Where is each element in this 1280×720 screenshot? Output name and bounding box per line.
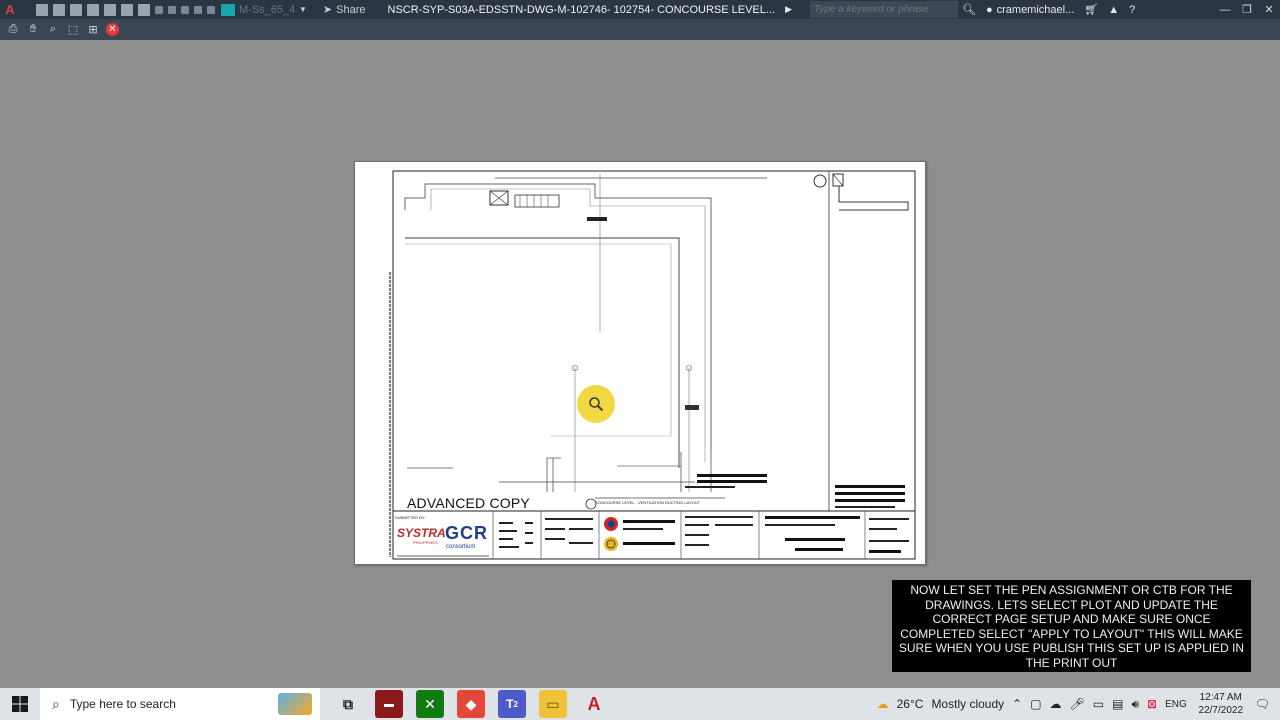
- save-as-icon[interactable]: [87, 3, 99, 16]
- titlebar-right-tools: 🔍︎ ● cramemichael... 🛒︎ ▲ ?: [962, 0, 1135, 19]
- share-icon: ➤: [322, 4, 333, 16]
- open-folder-icon[interactable]: [53, 3, 65, 16]
- notifications-icon[interactable]: 🗨︎: [1255, 697, 1270, 711]
- title-bar: A M-Ss_65_4 ▼ ➤ Share NSCR-SYP-S03A-EDSS…: [0, 0, 1280, 19]
- clock[interactable]: 12:47 AM 22/7/2022: [1195, 691, 1247, 717]
- lock-icon[interactable]: [207, 5, 215, 14]
- weather-temp[interactable]: 26°C: [897, 697, 924, 711]
- tray-app-icon[interactable]: ▢: [1030, 697, 1041, 711]
- weather-desc[interactable]: Mostly cloudy: [931, 697, 1004, 711]
- chevron-right-icon[interactable]: ▶: [785, 4, 792, 15]
- save-web-icon[interactable]: [121, 3, 133, 16]
- weather-icon[interactable]: ☁: [877, 697, 889, 711]
- cloud-icon[interactable]: ☁: [1050, 697, 1062, 711]
- zoom-cursor-highlight: [577, 385, 615, 423]
- teams-badge: 2: [513, 699, 518, 709]
- battery-icon[interactable]: ▭: [1093, 697, 1104, 711]
- workspace-dropdown[interactable]: M-Ss_65_4: [239, 4, 299, 16]
- systra-subtitle: PHILIPPINES: [413, 540, 438, 545]
- autocad-taskbar-icon[interactable]: A: [580, 690, 608, 718]
- quick-access-toolbar: [36, 3, 215, 16]
- network-icon[interactable]: ▤: [1112, 697, 1123, 711]
- preview-toolbar: ⎙ ✋︎ ⌕ ⬚ ⊞ ✕: [0, 19, 1280, 40]
- tutorial-caption: NOW LET SET THE PEN ASSIGNMENT OR CTB FO…: [892, 580, 1251, 672]
- cart-icon[interactable]: 🛒︎: [1084, 3, 1098, 16]
- magnifier-icon: [589, 397, 604, 412]
- drawing-title-label: CONCOURSE LEVEL - VENTILATION DUCTING LA…: [595, 500, 701, 505]
- minimize-button[interactable]: —: [1214, 0, 1236, 19]
- volume-icon[interactable]: 🔊︎: [1131, 697, 1139, 712]
- taskbar-search-box[interactable]: ⌕ Type here to search: [40, 688, 320, 720]
- plot-preview-sheet: ADVANCED COPY SUBMITTED BY: SYSTRA PHILI…: [354, 161, 926, 565]
- save-icon[interactable]: [70, 3, 82, 16]
- close-button[interactable]: ✕: [1258, 0, 1280, 19]
- zoom-window-icon[interactable]: ⬚: [66, 23, 80, 37]
- help-icon[interactable]: ?: [1129, 4, 1135, 16]
- gcr-logo: GCR: [445, 523, 488, 543]
- search-icon: ⌕: [52, 695, 60, 712]
- advanced-copy-label: ADVANCED COPY: [407, 495, 530, 511]
- system-tray: ☁ 26°C Mostly cloudy ⌃ ▢ ☁ 🎤︎ ▭ ▤ 🔊︎ ⊠ E…: [877, 688, 1280, 720]
- restore-button[interactable]: ❐: [1236, 0, 1258, 19]
- task-view-icon[interactable]: ⧉: [334, 690, 362, 718]
- chevron-up-icon[interactable]: ⌃: [1012, 697, 1022, 711]
- window-controls: — ❐ ✕: [1214, 0, 1280, 19]
- anydesk-icon[interactable]: ◆: [457, 690, 485, 718]
- pan-hand-icon[interactable]: ✋︎: [26, 23, 40, 37]
- gcr-subtitle: consortium: [446, 544, 476, 550]
- submitted-by-label: SUBMITTED BY:: [395, 515, 426, 520]
- taskbar-apps: ⧉ ▬ ✕ ◆ T2 ▭ A: [334, 690, 608, 718]
- chevron-down-icon[interactable]: ▼: [299, 5, 307, 14]
- autocad-logo-icon[interactable]: A: [0, 0, 20, 19]
- share-button[interactable]: ➤ Share: [322, 3, 366, 17]
- zoom-original-icon[interactable]: ⊞: [86, 23, 100, 37]
- microphone-icon[interactable]: 🎤︎: [1070, 697, 1085, 711]
- windows-taskbar: ⌕ Type here to search ⧉ ▬ ✕ ◆ T2 ▭ A ☁ 2…: [0, 688, 1280, 720]
- language-indicator[interactable]: ENG: [1165, 699, 1187, 710]
- undo-icon[interactable]: [155, 5, 163, 14]
- search-highlight-icon: [278, 693, 312, 715]
- sun-icon[interactable]: [194, 5, 202, 14]
- document-title: NSCR-SYP-S03A-EDSSTN-DWG-M-102746- 10275…: [387, 3, 776, 16]
- user-account-menu[interactable]: ● cramemichael...: [986, 4, 1074, 16]
- security-tray-icon[interactable]: ⊠: [1147, 697, 1157, 711]
- print-icon[interactable]: ⎙: [6, 23, 20, 37]
- user-icon: ●: [985, 3, 993, 16]
- autodesk-app-icon[interactable]: ▲: [1108, 4, 1119, 16]
- file-explorer-icon[interactable]: ▭: [539, 690, 567, 718]
- teams-icon[interactable]: T2: [498, 690, 526, 718]
- windows-start-button[interactable]: [0, 688, 40, 720]
- redo-icon[interactable]: [168, 5, 176, 14]
- xbox-icon[interactable]: ✕: [416, 690, 444, 718]
- windows-logo-icon: [12, 696, 28, 712]
- systra-logo: SYSTRA: [397, 526, 446, 540]
- zoom-realtime-icon[interactable]: ⌕: [46, 23, 60, 37]
- app-red-icon[interactable]: ▬: [375, 690, 403, 718]
- workspace-color-icon[interactable]: [221, 3, 235, 16]
- new-file-icon[interactable]: [36, 3, 48, 16]
- open-web-icon[interactable]: [104, 3, 116, 16]
- search-icon[interactable]: 🔍︎: [962, 3, 976, 16]
- layer-bulb-icon[interactable]: [181, 5, 189, 14]
- plot-icon[interactable]: [138, 3, 150, 16]
- close-preview-icon[interactable]: ✕: [106, 23, 119, 36]
- keyword-search-input[interactable]: [810, 1, 958, 18]
